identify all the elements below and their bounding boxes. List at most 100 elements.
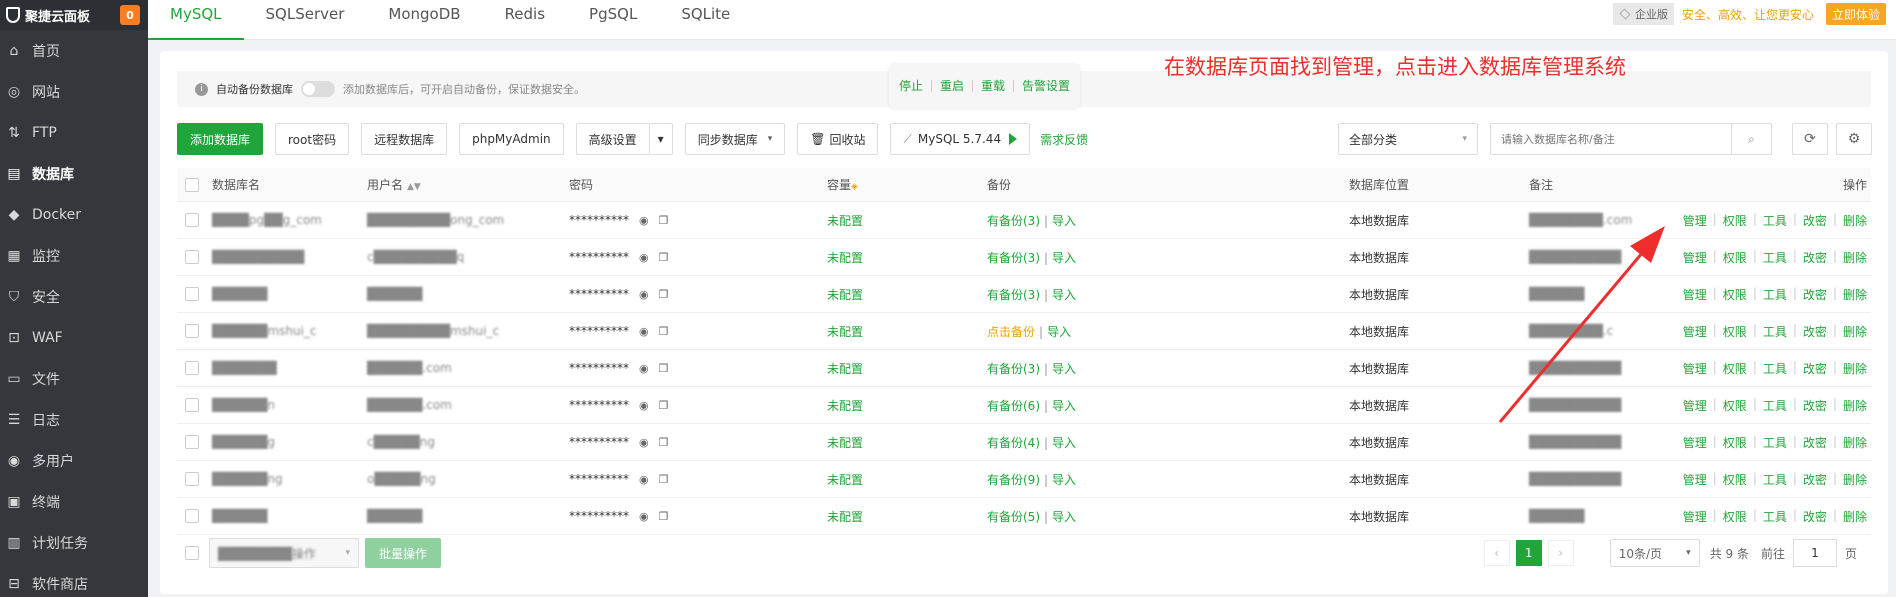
select-all-checkbox[interactable] [185, 177, 199, 192]
page-size-select[interactable]: 10条/页 ▾ [1609, 539, 1700, 567]
change-password-link[interactable]: 改密 [1803, 434, 1827, 451]
eye-icon[interactable]: ◉ [639, 510, 649, 523]
page-number[interactable]: 1 [1515, 540, 1542, 566]
phpmyadmin-button[interactable]: phpMyAdmin [459, 123, 564, 155]
row-checkbox[interactable] [185, 398, 199, 412]
copy-icon[interactable]: ❐ [659, 510, 669, 523]
delete-link[interactable]: 删除 [1843, 471, 1867, 488]
backup-link[interactable]: 有备份(5) [987, 510, 1040, 524]
row-checkbox[interactable] [185, 213, 199, 227]
change-password-link[interactable]: 改密 [1803, 508, 1827, 525]
db-note[interactable]: ████████.c [1529, 324, 1649, 338]
eye-icon[interactable]: ◉ [639, 436, 649, 449]
advanced-settings-button[interactable]: 高级设置 [575, 123, 650, 155]
sidebar-item-3[interactable]: ▤ 数据库 [0, 153, 148, 194]
change-password-link[interactable]: 改密 [1803, 249, 1827, 266]
import-link[interactable]: 导入 [1052, 288, 1076, 302]
import-link[interactable]: 导入 [1052, 436, 1076, 450]
footer-select-all-checkbox[interactable] [185, 546, 199, 560]
db-capacity[interactable]: 未配置 [827, 471, 987, 488]
delete-link[interactable]: 删除 [1843, 212, 1867, 229]
row-checkbox[interactable] [185, 472, 199, 486]
sidebar-item-0[interactable]: ⌂ 首页 [0, 30, 148, 71]
manage-link[interactable]: 管理 [1683, 360, 1707, 377]
backup-link[interactable]: 有备份(3) [987, 251, 1040, 265]
eye-icon[interactable]: ◉ [639, 325, 649, 338]
copy-icon[interactable]: ❐ [659, 473, 669, 486]
delete-link[interactable]: 删除 [1843, 434, 1867, 451]
db-capacity[interactable]: 未配置 [827, 434, 987, 451]
db-note[interactable]: ██████████ [1529, 435, 1649, 449]
permission-link[interactable]: 权限 [1723, 434, 1747, 451]
import-link[interactable]: 导入 [1052, 362, 1076, 376]
permission-link[interactable]: 权限 [1723, 323, 1747, 340]
permission-link[interactable]: 权限 [1723, 286, 1747, 303]
sidebar-item-13[interactable]: ⊟ 软件商店 [0, 563, 148, 597]
delete-link[interactable]: 删除 [1843, 249, 1867, 266]
manage-link[interactable]: 管理 [1683, 508, 1707, 525]
db-capacity[interactable]: 未配置 [827, 360, 987, 377]
row-checkbox[interactable] [185, 435, 199, 449]
eye-icon[interactable]: ◉ [639, 399, 649, 412]
sidebar-item-8[interactable]: ▭ 文件 [0, 358, 148, 399]
change-password-link[interactable]: 改密 [1803, 360, 1827, 377]
sidebar-item-9[interactable]: ☰ 日志 [0, 399, 148, 440]
advanced-dropdown-button[interactable]: ▾ [649, 123, 673, 155]
copy-icon[interactable]: ❐ [659, 288, 669, 301]
copy-icon[interactable]: ❐ [659, 251, 669, 264]
backup-link[interactable]: 有备份(3) [987, 362, 1040, 376]
db-capacity[interactable]: 未配置 [827, 212, 987, 229]
sidebar-item-11[interactable]: ▣ 终端 [0, 481, 148, 522]
backup-link[interactable]: 有备份(4) [987, 436, 1040, 450]
db-capacity[interactable]: 未配置 [827, 323, 987, 340]
tab-mysql[interactable]: MySQL [148, 0, 244, 40]
copy-icon[interactable]: ❐ [659, 325, 669, 338]
tab-sqlite[interactable]: SQLite [659, 0, 752, 40]
batch-action-select[interactable]: ████████操作 ▾ [209, 538, 359, 568]
prev-page-button[interactable]: ‹ [1483, 540, 1510, 566]
mysql-action-2[interactable]: 重载 [981, 77, 1005, 94]
recycle-bin-button[interactable]: 🗑 回收站 [797, 123, 879, 155]
tools-link[interactable]: 工具 [1763, 249, 1787, 266]
category-select[interactable]: 全部分类 ▾ [1338, 123, 1478, 155]
mysql-action-1[interactable]: 重启 [940, 77, 964, 94]
delete-link[interactable]: 删除 [1843, 360, 1867, 377]
db-note[interactable]: ██████████ [1529, 250, 1649, 264]
db-capacity[interactable]: 未配置 [827, 397, 987, 414]
sidebar-item-5[interactable]: ▦ 监控 [0, 235, 148, 276]
tab-sqlserver[interactable]: SQLServer [244, 0, 367, 40]
db-capacity[interactable]: 未配置 [827, 508, 987, 525]
db-note[interactable]: ████████.com [1529, 213, 1649, 227]
import-link[interactable]: 导入 [1052, 214, 1076, 228]
sidebar-item-6[interactable]: ⛉ 安全 [0, 276, 148, 317]
db-note[interactable]: ██████████ [1529, 361, 1649, 375]
backup-link[interactable]: 点击备份 [987, 325, 1035, 339]
tools-link[interactable]: 工具 [1763, 212, 1787, 229]
import-link[interactable]: 导入 [1052, 399, 1076, 413]
tab-redis[interactable]: Redis [483, 0, 567, 40]
sidebar-item-1[interactable]: ◎ 网站 [0, 71, 148, 112]
tools-link[interactable]: 工具 [1763, 471, 1787, 488]
sidebar-item-12[interactable]: ▥ 计划任务 [0, 522, 148, 563]
backup-link[interactable]: 有备份(3) [987, 288, 1040, 302]
copy-icon[interactable]: ❐ [659, 436, 669, 449]
delete-link[interactable]: 删除 [1843, 323, 1867, 340]
backup-link[interactable]: 有备份(3) [987, 214, 1040, 228]
copy-icon[interactable]: ❐ [659, 399, 669, 412]
manage-link[interactable]: 管理 [1683, 212, 1707, 229]
goto-page-input[interactable]: 1 [1792, 539, 1837, 567]
change-password-link[interactable]: 改密 [1803, 397, 1827, 414]
permission-link[interactable]: 权限 [1723, 212, 1747, 229]
permission-link[interactable]: 权限 [1723, 360, 1747, 377]
sidebar-item-10[interactable]: ◉ 多用户 [0, 440, 148, 481]
notification-badge[interactable]: 0 [120, 5, 140, 25]
import-link[interactable]: 导入 [1047, 325, 1071, 339]
permission-link[interactable]: 权限 [1723, 508, 1747, 525]
db-note[interactable]: ██████████ [1529, 472, 1649, 486]
row-checkbox[interactable] [185, 250, 199, 264]
auto-backup-toggle[interactable] [301, 81, 335, 97]
tools-link[interactable]: 工具 [1763, 360, 1787, 377]
manage-link[interactable]: 管理 [1683, 471, 1707, 488]
mysql-version-button[interactable]: ⟋ MySQL 5.7.44 [890, 123, 1031, 155]
tab-mongodb[interactable]: MongoDB [366, 0, 482, 40]
